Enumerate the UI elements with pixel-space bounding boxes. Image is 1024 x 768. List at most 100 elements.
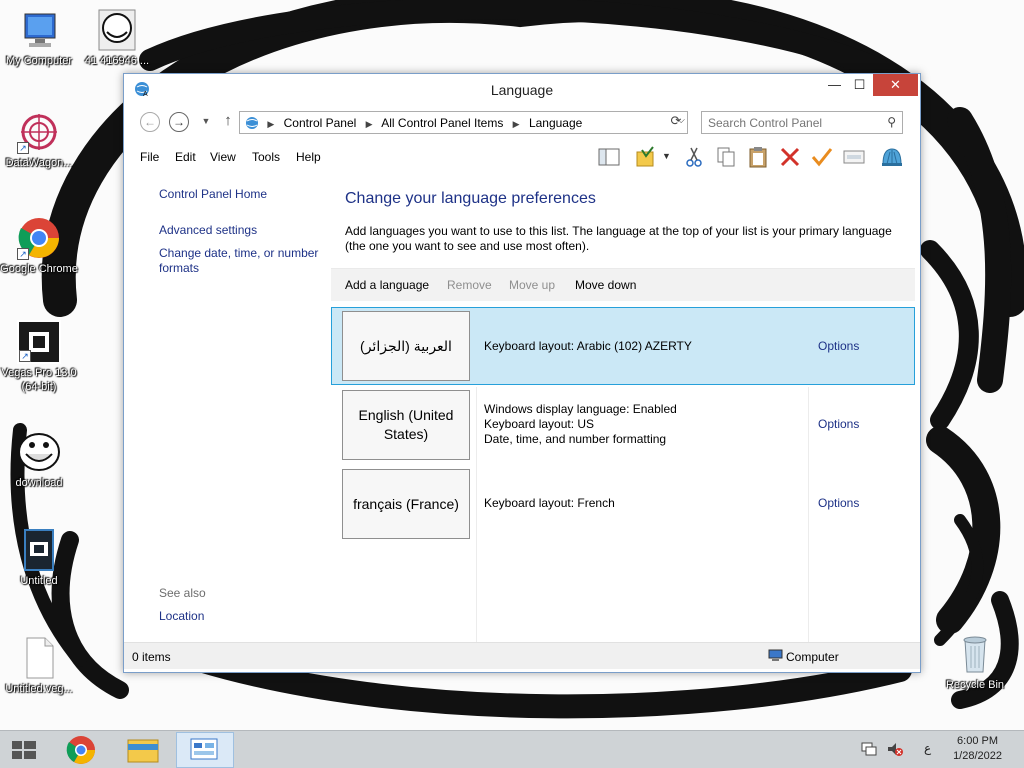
language-row-english[interactable]: English (United States) Windows display … bbox=[331, 386, 915, 464]
clock[interactable]: 6:00 PM 1/28/2022 bbox=[953, 734, 1002, 764]
paste-icon[interactable] bbox=[746, 146, 770, 168]
troll-face-thumbnail-icon bbox=[95, 8, 139, 52]
address-bar[interactable]: ▶ Control Panel ▶ All Control Panel Item… bbox=[239, 111, 688, 134]
breadcrumb-language[interactable]: Language bbox=[529, 116, 582, 130]
breadcrumb-all-items[interactable]: All Control Panel Items bbox=[381, 116, 503, 130]
status-location: Computer bbox=[786, 650, 839, 664]
options-link[interactable]: Options bbox=[818, 339, 859, 353]
desktop-icon-download[interactable]: download bbox=[0, 430, 78, 490]
minimize-button[interactable]: — bbox=[821, 74, 848, 96]
desktop-icon-image-file[interactable]: 41 416946 ... bbox=[78, 8, 156, 68]
folder-check-icon[interactable] bbox=[634, 146, 658, 168]
desktop-icon-label: 41 416946 ... bbox=[84, 55, 150, 67]
status-bar: 0 items Computer bbox=[124, 642, 920, 669]
film-strip-icon: ↗ bbox=[17, 320, 61, 364]
left-navigation-pane: Control Panel Home Advanced settings Cha… bbox=[124, 174, 331, 642]
breadcrumb-separator-icon[interactable]: ▶ bbox=[366, 119, 373, 129]
detail-line: Keyboard layout: US bbox=[484, 417, 595, 431]
detail-line: Keyboard layout: Arabic (102) AZERTY bbox=[484, 339, 692, 353]
desktop-icon-vegas-pro[interactable]: ↗ Vegas Pro 13.0 (64-bit) bbox=[0, 320, 78, 394]
page-title: Change your language preferences bbox=[345, 190, 596, 207]
input-language-indicator[interactable]: ع bbox=[924, 741, 931, 755]
datawagon-icon: ↗ bbox=[17, 110, 61, 154]
desktop-icon-label: Google Chrome bbox=[0, 263, 78, 275]
location-link[interactable]: Location bbox=[159, 609, 324, 624]
shortcut-arrow-icon: ↗ bbox=[19, 350, 31, 362]
pane-layout-icon[interactable] bbox=[597, 146, 621, 168]
taskbar-chrome[interactable] bbox=[52, 732, 110, 768]
desktop-icon-datawagon[interactable]: ↗ DataWagon... bbox=[0, 110, 78, 170]
desktop-icon-my-computer[interactable]: My Computer bbox=[0, 8, 78, 68]
navigation-bar: ← → ▼ ↑ ▶ Control Panel ▶ All Control Pa… bbox=[130, 110, 914, 136]
recycle-bin-icon bbox=[953, 632, 997, 676]
advanced-settings-link[interactable]: Advanced settings bbox=[159, 223, 324, 238]
windows-logo-icon bbox=[12, 741, 36, 759]
move-down-button[interactable]: Move down bbox=[575, 278, 636, 292]
back-arrow-icon[interactable]: ← bbox=[140, 112, 160, 132]
clock-date: 1/28/2022 bbox=[953, 750, 1002, 762]
options-link[interactable]: Options bbox=[818, 417, 859, 431]
taskbar-control-panel[interactable] bbox=[176, 732, 234, 768]
menu-file[interactable]: File bbox=[140, 150, 159, 164]
menu-edit[interactable]: Edit bbox=[175, 150, 196, 164]
copy-icon[interactable] bbox=[714, 146, 738, 168]
dropdown-arrow-icon[interactable]: ▼ bbox=[662, 146, 674, 168]
menu-view[interactable]: View bbox=[210, 150, 236, 164]
desktop-icon-label: download bbox=[15, 477, 63, 489]
network-icon[interactable] bbox=[860, 741, 878, 760]
search-input[interactable] bbox=[702, 112, 872, 133]
language-row-french[interactable]: français (France) Keyboard layout: Frenc… bbox=[331, 465, 915, 543]
start-button[interactable] bbox=[0, 732, 48, 768]
search-icon[interactable]: ⚲ bbox=[887, 115, 896, 129]
detail-line: Date, time, and number formatting bbox=[484, 432, 667, 446]
control-panel-icon bbox=[246, 117, 258, 129]
menu-tools[interactable]: Tools bbox=[252, 150, 280, 164]
language-tile[interactable]: français (France) bbox=[342, 469, 470, 539]
cut-icon[interactable] bbox=[682, 146, 706, 168]
language-action-bar: Add a language Remove Move up Move down bbox=[331, 268, 915, 301]
folder-icon bbox=[127, 739, 159, 763]
breadcrumb-separator-icon: ▶ bbox=[267, 119, 275, 129]
language-row-arabic[interactable]: العربية (الجزائر) Keyboard layout: Arabi… bbox=[331, 307, 915, 385]
language-tile[interactable]: العربية (الجزائر) bbox=[342, 311, 470, 381]
desktop-icon-label: Vegas Pro 13.0 (64-bit) bbox=[1, 367, 77, 393]
desktop-icon-google-chrome[interactable]: ↗ Google Chrome bbox=[0, 216, 78, 276]
search-box[interactable]: ⚲ bbox=[701, 111, 903, 134]
volume-muted-icon[interactable] bbox=[886, 741, 904, 760]
control-panel-home-link[interactable]: Control Panel Home bbox=[159, 187, 324, 202]
desktop-icon-untitled[interactable]: Untitled bbox=[0, 528, 78, 588]
shell-icon[interactable] bbox=[880, 146, 904, 168]
forward-arrow-icon[interactable]: → bbox=[169, 112, 189, 132]
options-link[interactable]: Options bbox=[818, 496, 859, 510]
desktop-icon-label: Recycle Bin bbox=[945, 679, 1005, 691]
chrome-icon: ↗ bbox=[17, 216, 61, 260]
window-title: Language bbox=[490, 82, 554, 98]
add-language-button[interactable]: Add a language bbox=[345, 278, 429, 292]
maximize-button[interactable]: ☐ bbox=[846, 74, 873, 96]
taskbar: ع 6:00 PM 1/28/2022 bbox=[0, 730, 1024, 768]
see-also-heading: See also bbox=[159, 586, 206, 600]
blank-file-icon bbox=[17, 636, 61, 680]
change-date-time-link[interactable]: Change date, time, or number formats bbox=[159, 246, 324, 276]
breadcrumb-control-panel[interactable]: Control Panel bbox=[284, 116, 357, 130]
title-bar[interactable]: A Language — ☐ ✕ bbox=[124, 74, 920, 105]
page-description: Add languages you want to use to this li… bbox=[345, 224, 892, 253]
move-up-button[interactable]: Move up bbox=[509, 278, 555, 292]
desktop-icon-untitled-veg[interactable]: Untitled.veg... bbox=[0, 636, 78, 696]
recent-locations-chevron-icon[interactable]: ▼ bbox=[196, 112, 216, 132]
remove-button[interactable]: Remove bbox=[447, 278, 492, 292]
properties-icon[interactable] bbox=[842, 146, 866, 168]
menu-help[interactable]: Help bbox=[296, 150, 321, 164]
language-details: Keyboard layout: Arabic (102) AZERTY bbox=[484, 339, 692, 354]
vegas-project-icon bbox=[17, 528, 61, 572]
close-button[interactable]: ✕ bbox=[873, 74, 918, 96]
language-tile[interactable]: English (United States) bbox=[342, 390, 470, 460]
checkmark-icon[interactable] bbox=[810, 146, 834, 168]
taskbar-file-explorer[interactable] bbox=[114, 732, 172, 768]
desktop-icon-recycle-bin[interactable]: Recycle Bin bbox=[936, 632, 1014, 692]
breadcrumb-separator-icon[interactable]: ▶ bbox=[513, 119, 520, 129]
up-arrow-icon[interactable]: ↑ bbox=[218, 112, 238, 132]
language-window: A Language — ☐ ✕ ← → ▼ ↑ ▶ Control Panel… bbox=[123, 73, 921, 673]
refresh-icon[interactable]: ⟳ bbox=[666, 113, 686, 131]
delete-icon[interactable] bbox=[778, 146, 802, 168]
